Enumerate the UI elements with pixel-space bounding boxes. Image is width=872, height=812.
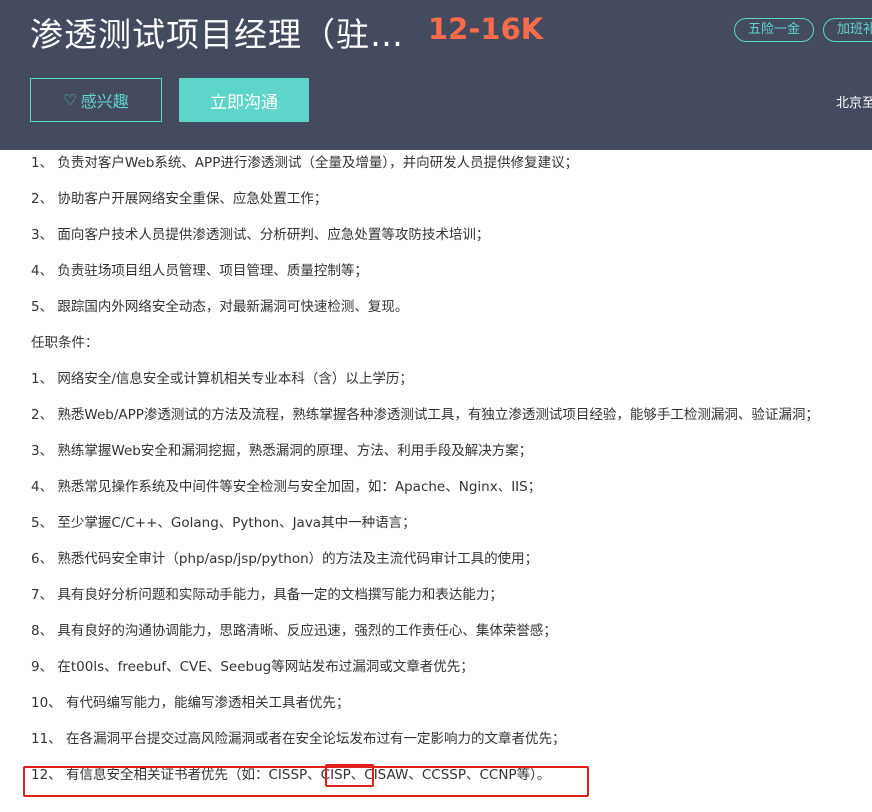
chat-now-button[interactable]: 立即沟通 — [179, 78, 309, 122]
requirement-item: 3、 熟练掌握Web安全和漏洞挖掘，熟悉漏洞的原理、方法、利用手段及解决方案； — [31, 443, 533, 459]
salary: 12-16K — [428, 12, 544, 46]
duty-item: 5、 跟踪国内外网络安全动态，对最新漏洞可快速检测、复现。 — [31, 299, 409, 315]
interest-button-label: 感兴趣 — [80, 92, 129, 111]
requirement-item: 10、 有代码编写能力，能编写渗透相关工具者优先； — [31, 695, 350, 711]
requirement-item: 11、 在各漏洞平台提交过高风险漏洞或者在安全论坛发布过有一定影响力的文章者优先… — [31, 731, 566, 747]
requirement-item: 2、 熟悉Web/APP渗透测试的方法及流程，熟练掌握各种渗透测试工具，有独立渗… — [31, 407, 819, 423]
requirement-item: 6、 熟悉代码安全审计（php/asp/jsp/python）的方法及主流代码审… — [31, 551, 539, 567]
job-header: 渗透测试项目经理（驻… 12-16K 五险一金 加班补 ♡ 感兴趣 立即沟通 北… — [0, 0, 872, 150]
chat-now-button-label: 立即沟通 — [210, 92, 278, 113]
duty-item: 1、 负责对客户Web系统、APP进行渗透测试（全量及增量），并向研发人员提供修… — [31, 155, 579, 171]
requirements-heading: 任职条件： — [31, 335, 99, 351]
interest-button[interactable]: ♡ 感兴趣 — [30, 78, 162, 122]
requirement-item: 4、 熟悉常见操作系统及中间件等安全检测与安全加固，如：Apache、Nginx… — [31, 479, 542, 495]
duty-item: 2、 协助客户开展网络安全重保、应急处置工作； — [31, 191, 328, 207]
job-title: 渗透测试项目经理（驻… — [30, 15, 404, 54]
heart-icon: ♡ — [63, 91, 77, 109]
requirement-item: 1、 网络安全/信息安全或计算机相关专业本科（含）以上学历； — [31, 371, 413, 387]
job-location: 北京至 — [836, 96, 872, 111]
requirement-item: 9、 在t00ls、freebuf、CVE、Seebug等网站发布过漏洞或文章者… — [31, 659, 474, 675]
duty-item: 4、 负责驻场项目组人员管理、项目管理、质量控制等； — [31, 263, 368, 279]
benefit-tag: 五险一金 — [734, 18, 815, 42]
benefit-tag: 加班补 — [823, 18, 872, 42]
duty-item: 3、 面向客户技术人员提供渗透测试、分析研判、应急处置等攻防技术培训； — [31, 227, 490, 243]
highlight-box-row — [23, 766, 589, 797]
highlight-box-word — [325, 764, 374, 787]
requirement-item: 7、 具有良好分析问题和实际动手能力，具备一定的文档撰写能力和表达能力； — [31, 587, 503, 603]
requirement-item: 8、 具有良好的沟通协调能力，思路清晰、反应迅速，强烈的工作责任心、集体荣誉感； — [31, 623, 557, 639]
requirement-item: 5、 至少掌握C/C++、Golang、Python、Java其中一种语言； — [31, 515, 416, 531]
